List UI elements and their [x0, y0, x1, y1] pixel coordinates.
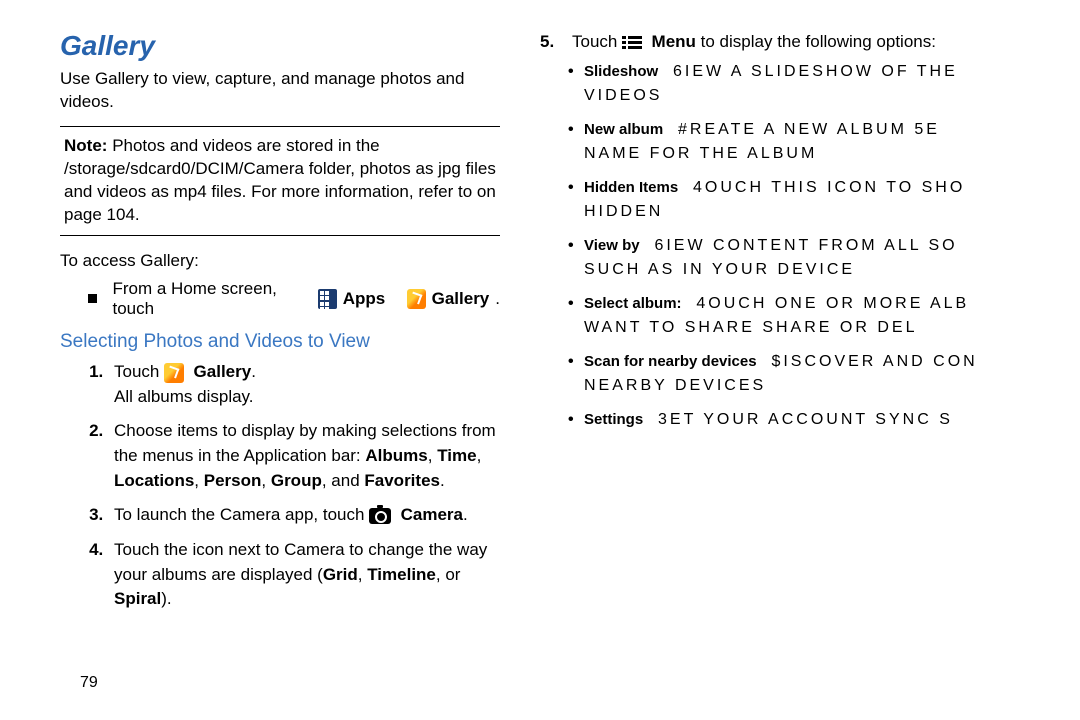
step1-c: All albums display.: [114, 387, 254, 406]
step2-j: Group: [271, 471, 322, 490]
opt-rest: 6IEW CONTENT FROM ALL SO: [654, 237, 957, 254]
opt-view-by: View by 6IEW CONTENT FROM ALL SO SUCH AS…: [568, 234, 1040, 282]
step2-m: .: [440, 471, 445, 490]
step-5: 5. Touch Menu to display the following o…: [540, 30, 1040, 54]
step2-f: Locations: [114, 471, 194, 490]
opt-rest: 3ET YOUR ACCOUNT SYNC S: [658, 411, 953, 428]
step2-e: ,: [477, 446, 482, 465]
opt-rest2: VIDEOS: [584, 87, 662, 104]
step5-a: Touch: [572, 32, 622, 51]
opt-rest: 4OUCH THIS ICON TO SHO: [693, 179, 965, 196]
access-label: To access Gallery:: [60, 250, 500, 273]
opt-rest2: SUCH AS IN YOUR DEVICE: [584, 261, 855, 278]
opt-rest2: NAME FOR THE ALBUM: [584, 145, 817, 162]
opt-label: Settings: [584, 411, 643, 428]
opt-label: Hidden Items: [584, 179, 678, 196]
step3-b: Camera: [401, 505, 463, 524]
opt-rest2: HIDDEN: [584, 203, 663, 220]
section-title: Gallery: [60, 30, 500, 62]
step4-e: , or: [436, 565, 461, 584]
gallery-icon: [164, 363, 184, 383]
step4-c: ,: [358, 565, 367, 584]
gallery-icon: [407, 289, 426, 309]
opt-new-album: New album #REATE A NEW ALBUM 5E NAME FOR…: [568, 118, 1040, 166]
step4-d: Timeline: [367, 565, 436, 584]
options-list: Slideshow 6IEW A SLIDESHOW OF THE VIDEOS…: [540, 60, 1040, 432]
subheading: Selecting Photos and Videos to View: [60, 329, 500, 355]
opt-settings: Settings 3ET YOUR ACCOUNT SYNC S: [568, 408, 1040, 432]
step1-gallery: Gallery: [194, 362, 252, 381]
opt-rest: 4OUCH ONE OR MORE ALB: [696, 295, 969, 312]
step-3: To launch the Camera app, touch Camera.: [108, 503, 500, 528]
step-4: Touch the icon next to Camera to change …: [108, 538, 500, 612]
step2-h: Person: [204, 471, 262, 490]
opt-select-album: Select album: 4OUCH ONE OR MORE ALB WANT…: [568, 292, 1040, 340]
opt-label: Select album:: [584, 295, 682, 312]
step2-l: Favorites: [364, 471, 440, 490]
opt-slideshow: Slideshow 6IEW A SLIDESHOW OF THE VIDEOS: [568, 60, 1040, 108]
gallery-label: Gallery: [432, 289, 490, 309]
step2-i: ,: [261, 471, 270, 490]
step5-b: to display the following options:: [696, 32, 936, 51]
apps-icon: [318, 289, 337, 309]
from-home-text: From a Home screen, touch: [113, 279, 312, 319]
step5-number: 5.: [540, 30, 564, 54]
opt-label: Slideshow: [584, 63, 658, 80]
note-text-a: Photos and videos are stored in the /sto…: [64, 136, 496, 201]
opt-scan-nearby: Scan for nearby devices $ISCOVER AND CON…: [568, 350, 1040, 398]
page-number: 79: [80, 674, 98, 692]
step1-b: .: [251, 362, 256, 381]
opt-hidden-items: Hidden Items 4OUCH THIS ICON TO SHO HIDD…: [568, 176, 1040, 224]
apps-label: Apps: [343, 289, 386, 309]
menu-icon: [622, 36, 642, 50]
step2-b: Albums: [365, 446, 427, 465]
step-1: Touch Gallery. All albums display.: [108, 360, 500, 409]
opt-rest: $ISCOVER AND CON: [771, 353, 977, 370]
opt-rest2: WANT TO SHARE SHARE OR DEL: [584, 319, 917, 336]
opt-rest: #REATE A NEW ALBUM 5E: [678, 121, 940, 138]
step1-a: Touch: [114, 362, 164, 381]
square-bullet-icon: [88, 294, 97, 303]
step-2: Choose items to display by making select…: [108, 419, 500, 493]
step4-g: ).: [161, 589, 171, 608]
camera-icon: [369, 508, 391, 524]
step2-k: , and: [322, 471, 365, 490]
step4-f: Spiral: [114, 589, 161, 608]
steps-list: Touch Gallery. All albums display. Choos…: [60, 360, 500, 612]
opt-rest: 6IEW A SLIDESHOW OF THE: [673, 63, 958, 80]
step2-d: Time: [437, 446, 476, 465]
period: .: [495, 289, 500, 309]
opt-label: Scan for nearby devices: [584, 353, 757, 370]
note-label: Note:: [64, 136, 107, 155]
from-home-row: From a Home screen, touch Apps Gallery.: [88, 279, 500, 319]
opt-label: View by: [584, 237, 640, 254]
step4-b: Grid: [323, 565, 358, 584]
step3-c: .: [463, 505, 468, 524]
note-box: Note: Photos and videos are stored in th…: [60, 126, 500, 236]
intro-text: Use Gallery to view, capture, and manage…: [60, 68, 500, 114]
step2-g: ,: [194, 471, 203, 490]
step5-menu: Menu: [652, 32, 696, 51]
step3-a: To launch the Camera app, touch: [114, 505, 369, 524]
opt-rest2: NEARBY DEVICES: [584, 377, 766, 394]
step2-c: ,: [428, 446, 437, 465]
opt-label: New album: [584, 121, 663, 138]
